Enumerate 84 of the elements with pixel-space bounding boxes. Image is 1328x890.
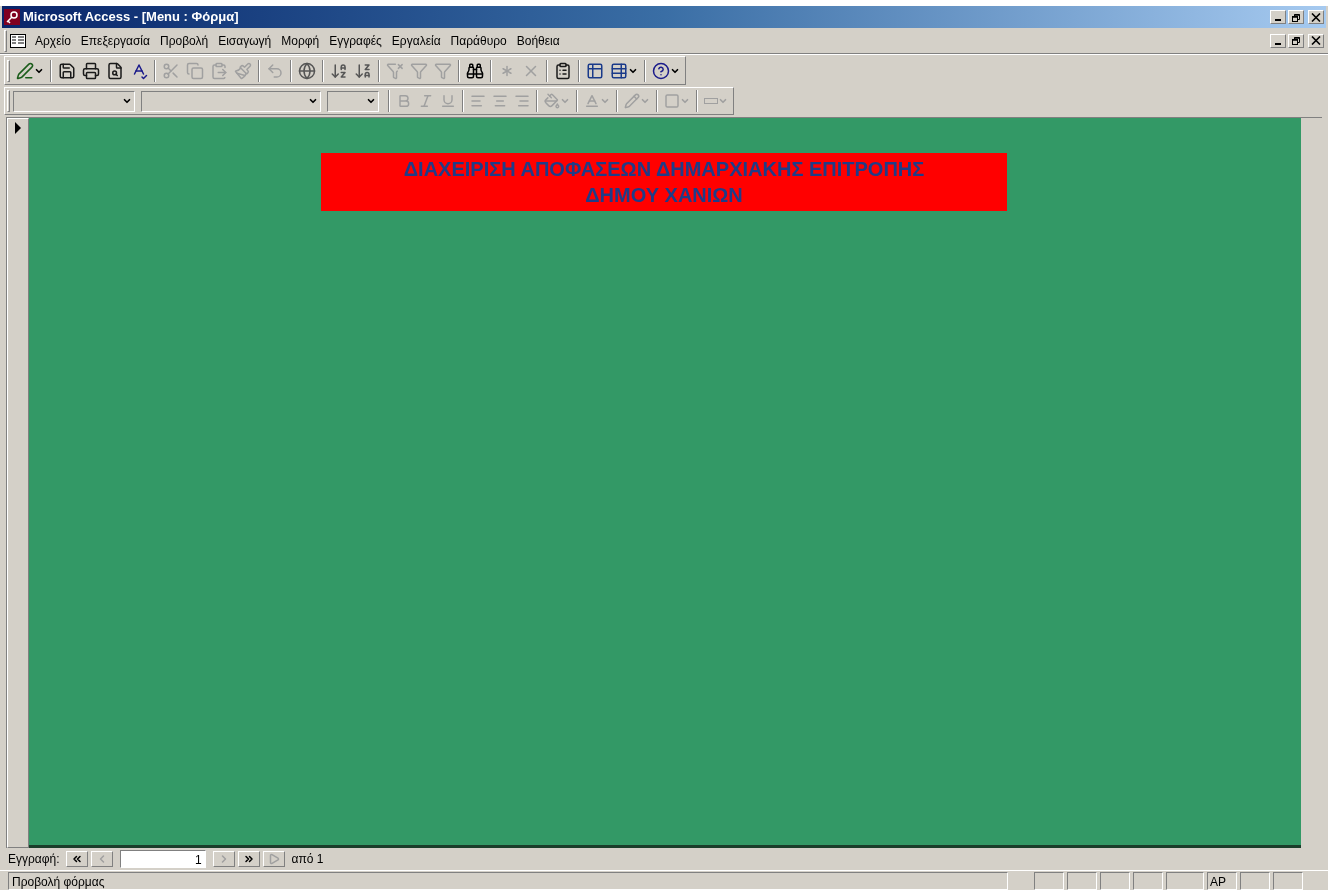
minimize-button[interactable] (1270, 10, 1286, 24)
minimize-button[interactable] (1270, 33, 1286, 48)
fill-color-icon (544, 93, 560, 109)
align-right-icon (514, 93, 530, 109)
menu-item[interactable]: Εργαλεία (386, 31, 446, 50)
last-record-button[interactable] (237, 851, 260, 867)
status-indicator: AP (1207, 871, 1237, 890)
status-text: Προβολή φόρμας (8, 871, 1008, 890)
bold-icon (396, 93, 412, 109)
copy-icon (186, 61, 204, 80)
status-pane (1240, 871, 1270, 890)
record-count: από 1 (291, 851, 324, 868)
align-left-icon (470, 93, 486, 109)
format-painter-icon (234, 61, 252, 80)
new-object-icon (610, 61, 628, 80)
status-pane (1067, 871, 1097, 890)
minimize-icon (1275, 42, 1281, 45)
menu-item[interactable]: Εγγραφές (324, 31, 387, 50)
menu-item[interactable]: Εισαγωγή (213, 31, 277, 50)
caret-icon (680, 96, 690, 106)
current-record-icon (14, 122, 22, 134)
menu-item[interactable]: Προβολή (154, 31, 214, 50)
paste-icon (210, 61, 228, 80)
status-pane (1166, 871, 1204, 890)
minimize-icon (1275, 19, 1281, 21)
close-icon (1311, 12, 1321, 22)
printer-icon (82, 61, 100, 80)
caret-icon (600, 96, 610, 106)
restore-icon (1291, 36, 1301, 45)
caret-icon (560, 96, 570, 106)
caret-icon (718, 96, 728, 106)
restore-icon (1291, 12, 1301, 22)
filter-form-icon (410, 61, 428, 80)
record-label: Εγγραφή: (8, 851, 60, 868)
underline-icon (440, 93, 456, 109)
caret-icon (122, 96, 132, 106)
form-icon[interactable] (10, 33, 26, 48)
first-record-icon (70, 853, 83, 865)
status-pane (1133, 871, 1163, 890)
undo-icon (266, 61, 284, 80)
heading-line: ΔΗΜΟΥ ΧΑΝΙΩΝ (585, 183, 743, 208)
sort-descending-icon (354, 61, 372, 80)
line-color-icon (624, 93, 640, 109)
last-record-icon (242, 853, 255, 865)
menu-item[interactable]: Μορφή (276, 31, 325, 50)
save-icon (58, 61, 76, 80)
filter-selection-icon (386, 61, 404, 80)
record-selector[interactable] (7, 118, 29, 848)
restore-button[interactable] (1288, 33, 1304, 48)
record-number-field[interactable]: 1 (119, 850, 206, 868)
caret-icon (308, 96, 318, 106)
help-icon (652, 61, 670, 80)
caret-icon (640, 96, 650, 106)
status-pane (1273, 871, 1303, 890)
font-color-icon (584, 93, 600, 109)
heading-line: ΔΙΑΧΕΙΡΙΣΗ ΑΠΟΦΑΣΕΩΝ ΔΗΜΑΡΧΙΑΚΗΣ ΕΠΙΤΡΟΠΗΣ (403, 157, 925, 182)
menu-item[interactable]: Αρχείο (30, 31, 76, 50)
close-button[interactable] (1308, 33, 1324, 48)
sort-ascending-icon (330, 61, 348, 80)
caret-icon (366, 96, 376, 106)
find-icon (466, 61, 484, 80)
cut-icon (162, 61, 180, 80)
line-width-icon (704, 98, 718, 104)
print-preview-icon (106, 61, 124, 80)
properties-icon (554, 61, 572, 80)
align-center-icon (492, 93, 508, 109)
close-icon (1311, 36, 1321, 45)
status-pane (1100, 871, 1130, 890)
italic-icon (418, 93, 434, 109)
window-title: Microsoft Access - [Menu : Φόρμα] (23, 8, 239, 27)
close-button[interactable] (1308, 10, 1324, 24)
first-record-button[interactable] (65, 851, 88, 867)
menu-item[interactable]: Βοήθεια (511, 31, 565, 50)
new-record-icon (267, 853, 280, 865)
apply-filter-icon (434, 61, 452, 80)
border-icon (664, 93, 680, 109)
restore-button[interactable] (1288, 10, 1304, 24)
key-icon (4, 9, 20, 25)
status-pane (1034, 871, 1064, 890)
hyperlink-icon (298, 61, 316, 80)
database-window-icon (586, 61, 604, 80)
menu-item[interactable]: Επεξεργασία (75, 31, 155, 50)
design-view-icon (16, 61, 34, 80)
menu-item[interactable]: Παράθυρο (445, 31, 512, 50)
